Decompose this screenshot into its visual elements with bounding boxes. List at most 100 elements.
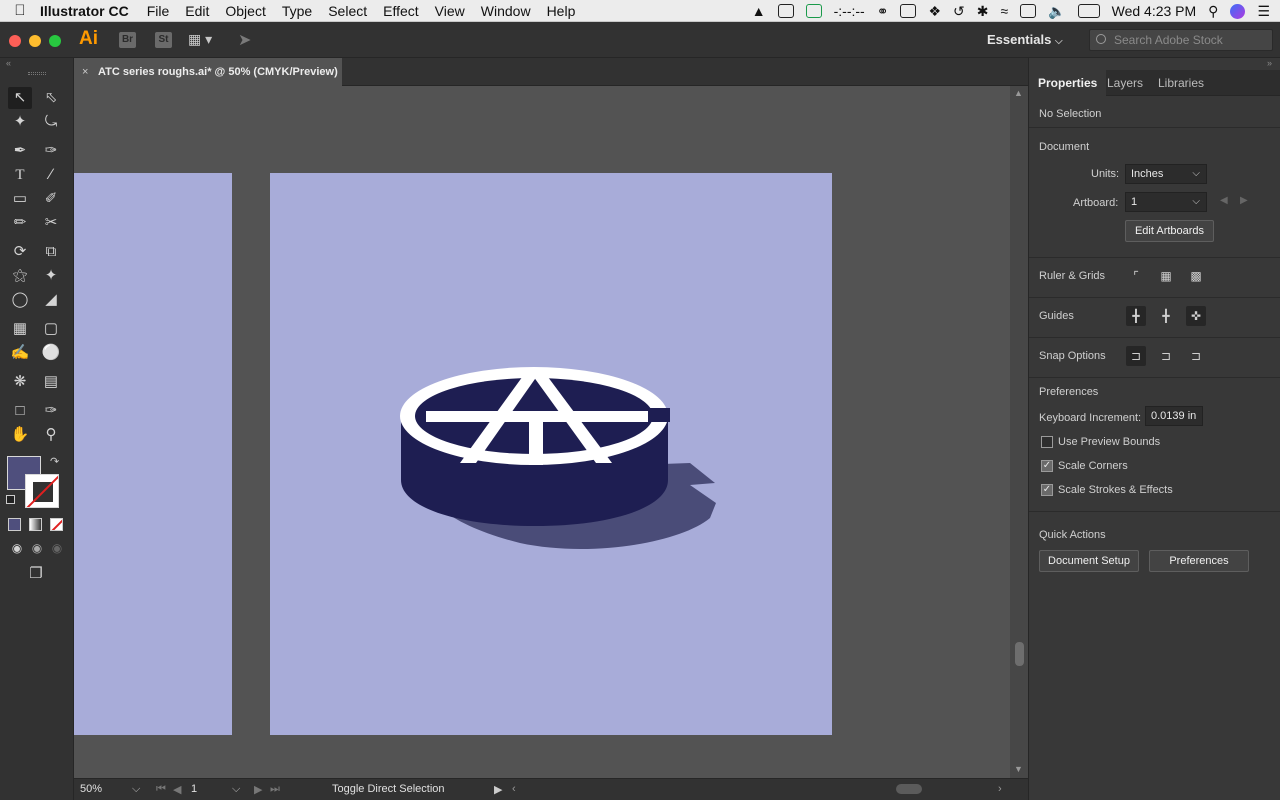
zoom-dropdown-icon[interactable]: ⌵ xyxy=(132,783,140,796)
clock[interactable]: Wed 4:23 PM xyxy=(1112,3,1197,19)
panel-grip[interactable] xyxy=(28,72,46,75)
none-mode-icon[interactable] xyxy=(50,518,63,531)
smart-guides-icon[interactable]: ✜ xyxy=(1186,306,1206,326)
blend-tool-icon[interactable]: ⚪ xyxy=(39,342,63,364)
grid-icon[interactable]: ▦ xyxy=(1156,266,1176,286)
artboard-dropdown-icon[interactable]: ⌵ xyxy=(232,783,240,796)
keyboard-increment-field[interactable]: 0.0139 in xyxy=(1145,406,1203,426)
mesh-tool-icon[interactable]: ▦ xyxy=(8,318,32,340)
snap-to-pixel-icon[interactable]: ⊐ xyxy=(1156,346,1176,366)
warp-tool-icon[interactable]: ⚝ xyxy=(8,265,32,287)
shape-builder-tool-icon[interactable]: ◯ xyxy=(8,289,32,311)
canvas[interactable] xyxy=(74,86,1010,778)
apple-icon[interactable]:  xyxy=(0,2,40,19)
direct-selection-tool-icon[interactable]: ⬁ xyxy=(39,87,63,109)
prev-artboard-icon[interactable]: ◀ xyxy=(173,783,181,796)
scale-corners-checkbox[interactable]: ✓ xyxy=(1041,460,1053,472)
document-setup-button[interactable]: Document Setup xyxy=(1039,550,1139,572)
volume-icon[interactable]: 🔈 xyxy=(1048,3,1065,20)
scissors-tool-icon[interactable]: ✂ xyxy=(39,212,63,234)
hand-tool-icon[interactable]: ✋ xyxy=(8,424,32,446)
stock-button[interactable]: St xyxy=(155,32,172,48)
selection-tool-icon[interactable]: ↖ xyxy=(8,87,32,109)
scale-tool-icon[interactable]: ⧉ xyxy=(39,241,63,263)
menu-object[interactable]: Object xyxy=(225,3,265,19)
eyedropper-tool-icon[interactable]: ✍ xyxy=(8,342,32,364)
scroll-left-icon[interactable]: ‹ xyxy=(512,783,516,795)
gradient-tool-icon[interactable]: ▢ xyxy=(39,318,63,340)
time-machine-icon[interactable]: ↺ xyxy=(953,3,965,20)
transparency-grid-icon[interactable]: ▩ xyxy=(1186,266,1206,286)
artboard-navigator[interactable]: 1 xyxy=(191,783,197,795)
slice-tool-icon[interactable]: ✑ xyxy=(39,400,63,422)
vertical-scroll-thumb[interactable] xyxy=(1015,642,1024,666)
gpu-performance-icon[interactable]: ➤ xyxy=(238,30,251,50)
pen-tool-icon[interactable]: ✒ xyxy=(8,140,32,162)
notification-center-icon[interactable]: ☰ xyxy=(1257,3,1270,20)
rotate-tool-icon[interactable]: ⟳ xyxy=(8,241,32,263)
close-tab-icon[interactable]: × xyxy=(82,58,88,86)
evernote-icon[interactable] xyxy=(805,4,822,18)
expand-panel-icon[interactable]: » xyxy=(1267,58,1272,68)
next-artboard-icon[interactable]: ▶ xyxy=(254,783,262,796)
menu-edit[interactable]: Edit xyxy=(185,3,209,19)
timer-text[interactable]: -:--:-- xyxy=(834,3,865,19)
zoom-tool-icon[interactable]: ⚲ xyxy=(39,424,63,446)
spotlight-icon[interactable]: ⚲ xyxy=(1208,3,1218,20)
show-guides-icon[interactable]: ╋ xyxy=(1126,306,1146,326)
bridge-button[interactable]: Br xyxy=(119,32,136,48)
dropbox-icon[interactable]: ❖ xyxy=(928,3,941,20)
prev-artboard-arrow-icon[interactable]: ◀ xyxy=(1220,195,1228,206)
airplay-icon[interactable] xyxy=(1020,4,1037,18)
document-tab[interactable]: × ATC series roughs.ai* @ 50% (CMYK/Prev… xyxy=(74,58,342,86)
menu-help[interactable]: Help xyxy=(547,3,576,19)
menu-select[interactable]: Select xyxy=(328,3,367,19)
workspace-switcher[interactable]: Essentials ⌵ xyxy=(987,32,1063,47)
type-tool-icon[interactable]: T xyxy=(8,164,32,186)
tab-libraries[interactable]: Libraries xyxy=(1149,70,1213,96)
script-icon[interactable] xyxy=(777,4,794,18)
artboard-select[interactable]: 1 ⌵ xyxy=(1125,192,1207,212)
status-menu-icon[interactable]: ▶ xyxy=(494,783,502,796)
tab-layers[interactable]: Layers xyxy=(1098,70,1152,96)
perspective-grid-tool-icon[interactable]: ◢ xyxy=(39,289,63,311)
magic-wand-tool-icon[interactable]: ✦ xyxy=(8,111,32,133)
menu-effect[interactable]: Effect xyxy=(383,3,419,19)
default-colors-icon[interactable] xyxy=(6,495,15,504)
use-preview-bounds-checkbox[interactable] xyxy=(1041,436,1053,448)
zoom-window-button[interactable] xyxy=(49,35,61,47)
collapse-panel-icon[interactable]: « xyxy=(6,58,11,68)
stroke-swatch[interactable] xyxy=(25,474,59,508)
menu-view[interactable]: View xyxy=(435,3,465,19)
artboard-tool-icon[interactable]: □ xyxy=(8,400,32,422)
battery-icon[interactable] xyxy=(1077,4,1100,18)
horizontal-scroll-thumb[interactable] xyxy=(896,784,922,794)
stock-search-input[interactable]: Search Adobe Stock xyxy=(1089,29,1273,51)
scroll-down-icon[interactable]: ▼ xyxy=(1014,764,1023,774)
close-window-button[interactable] xyxy=(9,35,21,47)
artboard-main[interactable] xyxy=(270,173,832,735)
swap-fill-stroke-icon[interactable]: ↷ xyxy=(50,455,59,468)
screen-icon[interactable] xyxy=(900,4,917,18)
wifi-icon[interactable]: ≈ xyxy=(1000,3,1008,19)
first-artboard-icon[interactable]: ⏮ xyxy=(156,783,166,796)
menu-file[interactable]: File xyxy=(147,3,170,19)
gradient-mode-icon[interactable] xyxy=(29,518,42,531)
scale-strokes-effects-checkbox[interactable]: ✓ xyxy=(1041,484,1053,496)
rulers-icon[interactable]: ⌜ xyxy=(1126,266,1146,286)
menu-type[interactable]: Type xyxy=(282,3,312,19)
change-screen-mode-icon[interactable]: ❐ xyxy=(24,563,48,585)
scroll-right-icon[interactable]: › xyxy=(998,783,1002,795)
next-artboard-arrow-icon[interactable]: ▶ xyxy=(1240,195,1248,206)
bluetooth-icon[interactable]: ✱ xyxy=(977,3,989,20)
minimize-window-button[interactable] xyxy=(29,35,41,47)
preferences-button[interactable]: Preferences xyxy=(1149,550,1249,572)
rectangle-tool-icon[interactable]: ▭ xyxy=(8,188,32,210)
edit-artboards-button[interactable]: Edit Artboards xyxy=(1125,220,1214,242)
symbol-sprayer-tool-icon[interactable]: ❋ xyxy=(8,371,32,393)
snap-to-glyph-icon[interactable]: ⊐ xyxy=(1186,346,1206,366)
draw-inside-icon[interactable]: ◉ xyxy=(45,537,69,559)
artboard-left[interactable] xyxy=(74,173,232,735)
vertical-scrollbar[interactable]: ▲ ▼ xyxy=(1010,86,1028,778)
lasso-tool-icon[interactable]: ⤿ xyxy=(39,111,63,133)
